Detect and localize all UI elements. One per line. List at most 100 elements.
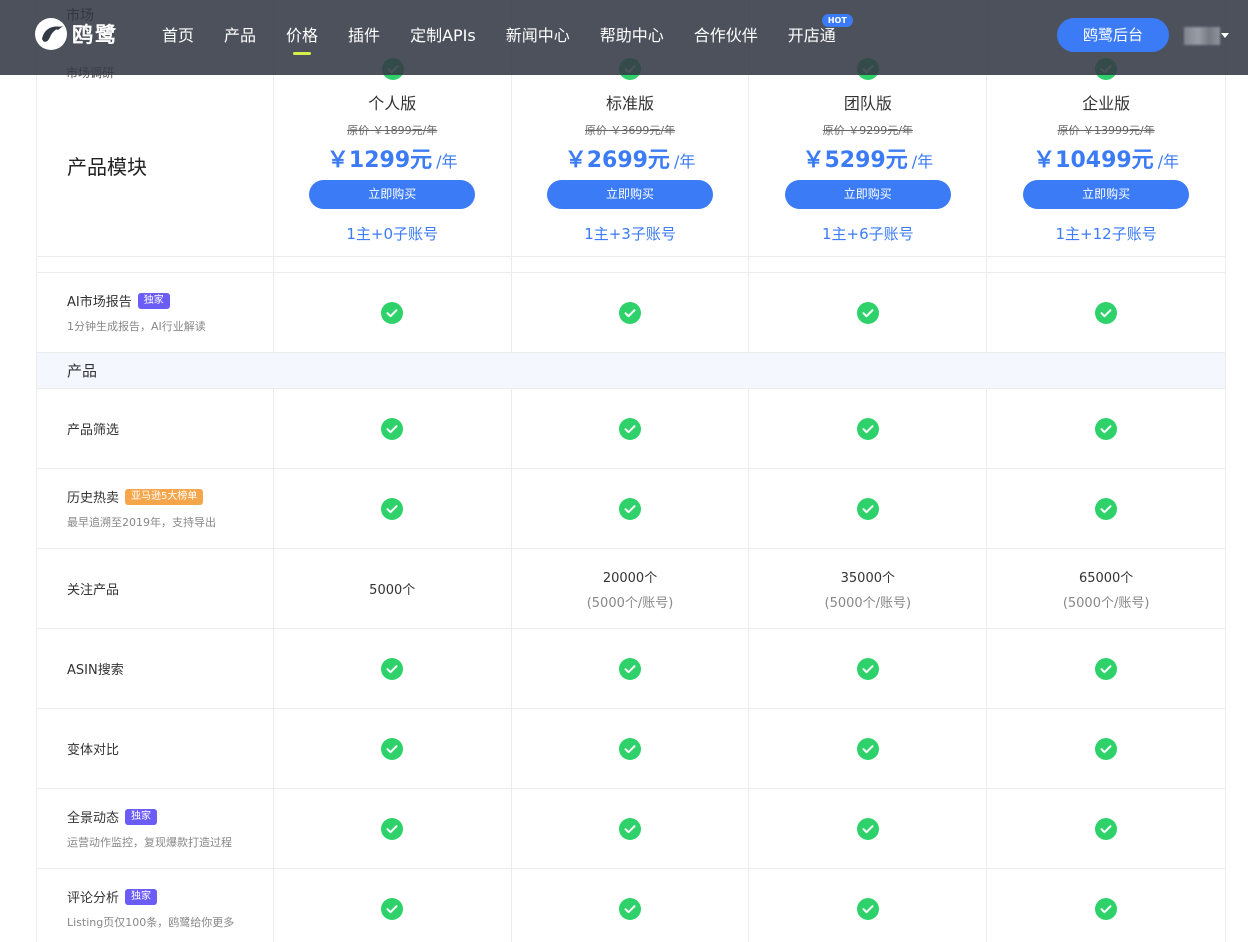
plan-accounts: 1主+3子账号 <box>584 224 676 243</box>
nav-pricing[interactable]: 价格 <box>271 0 333 75</box>
check-icon <box>619 817 642 840</box>
plan-price-unit: /年 <box>436 151 458 171</box>
check-icon <box>1095 817 1118 840</box>
feature-row-variant-compare: 变体对比 <box>37 709 1225 789</box>
plan-header-row: 产品模块 个人版 原价 ￥1899元/年 ￥1299元/年 立即购买 1主+0子… <box>37 75 1225 257</box>
plan-original-price: 原价 ￥9299元/年 <box>822 123 913 137</box>
check-icon <box>619 301 642 324</box>
check-icon <box>381 897 404 920</box>
buy-button[interactable]: 立即购买 <box>1023 179 1190 209</box>
exclusive-badge: 独家 <box>125 808 158 825</box>
check-icon <box>381 737 404 760</box>
quota-value: 20000个 <box>602 570 658 586</box>
check-icon <box>619 417 642 440</box>
section-title: 产品 <box>67 362 98 380</box>
feature-name: 全景动态 <box>67 811 120 826</box>
exclusive-badge: 独家 <box>137 292 170 309</box>
plan-price: ￥10499元 <box>1033 147 1154 173</box>
check-icon <box>1095 301 1118 324</box>
admin-dashboard-button[interactable]: 鸥鹭后台 <box>1057 18 1169 52</box>
plan-original-price: 原价 ￥3699元/年 <box>584 123 676 137</box>
feature-description: Listing页仅100条，鸥鹭给你更多 <box>67 916 235 929</box>
buy-button[interactable]: 立即购买 <box>309 179 476 209</box>
nav-custom-apis[interactable]: 定制APIs <box>395 0 491 75</box>
nav-store-open[interactable]: 开店通 HOT <box>773 0 853 75</box>
feature-row-ai-report: AI市场报告 独家 1分钟生成报告，AI行业解读 <box>37 273 1225 353</box>
quota-per-account: (5000个/账号) <box>824 595 912 611</box>
check-icon <box>856 897 879 920</box>
feature-row-history-hot: 历史热卖 亚马逊5大榜单 最早追溯至2019年，支持导出 <box>37 469 1225 549</box>
quota-per-account: (5000个/账号) <box>1062 595 1150 611</box>
feature-row-review-analysis: 评论分析 独家 Listing页仅100条，鸥鹭给你更多 <box>37 869 1225 942</box>
check-icon <box>619 897 642 920</box>
feature-row-follow-products: 关注产品 5000个 20000个 (5000个/账号) 35000个 (5000个… <box>37 549 1225 629</box>
feature-name: 历史热卖 <box>67 491 120 506</box>
check-icon <box>856 301 879 324</box>
top-navbar: 鸥鹭 首页 产品 价格 插件 定制APIs 新闻中心 帮助中心 合作伙伴 开店通… <box>0 0 1248 75</box>
quota-value: 65000个 <box>1078 570 1134 586</box>
check-icon <box>381 497 404 520</box>
plan-price: ￥1299元 <box>326 147 433 173</box>
nav-store-open-label: 开店通 <box>787 26 836 45</box>
nav-home[interactable]: 首页 <box>147 0 209 75</box>
check-icon <box>856 817 879 840</box>
plan-team: 团队版 原价 ￥9299元/年 ￥5299元/年 立即购买 1主+6子账号 <box>749 75 988 256</box>
check-icon <box>1095 737 1118 760</box>
plan-price-unit: /年 <box>673 151 696 171</box>
plan-price: ￥2699元 <box>564 147 670 173</box>
check-icon <box>619 737 642 760</box>
feature-name: ASIN搜索 <box>67 663 124 678</box>
plan-name: 团队版 <box>843 93 892 113</box>
check-icon <box>381 301 404 324</box>
check-icon <box>1095 897 1118 920</box>
nav-plugins[interactable]: 插件 <box>333 0 395 75</box>
nav-help[interactable]: 帮助中心 <box>585 0 679 75</box>
feature-description: 1分钟生成报告，AI行业解读 <box>67 320 206 333</box>
section-header-products: 产品 <box>37 353 1225 389</box>
feature-name: 关注产品 <box>67 583 120 598</box>
check-icon <box>1095 497 1118 520</box>
plan-name: 企业版 <box>1082 93 1131 113</box>
plan-price: ￥5299元 <box>802 147 908 173</box>
logo[interactable]: 鸥鹭 <box>34 17 118 51</box>
plan-name: 个人版 <box>368 93 417 113</box>
feature-description: 运营动作监控，复现爆款打造过程 <box>67 836 232 849</box>
nav-products[interactable]: 产品 <box>209 0 271 75</box>
nav-partners[interactable]: 合作伙伴 <box>679 0 773 75</box>
plan-accounts: 1主+12子账号 <box>1055 224 1157 243</box>
ranking-badge: 亚马逊5大榜单 <box>125 488 204 505</box>
user-avatar[interactable] <box>1184 27 1220 45</box>
exclusive-badge: 独家 <box>125 888 158 905</box>
feature-name: 评论分析 <box>67 891 120 906</box>
feature-name: 产品筛选 <box>67 423 120 438</box>
quota-per-account: (5000个/账号) <box>586 595 674 611</box>
buy-button[interactable]: 立即购买 <box>784 179 951 209</box>
egret-logo-icon <box>35 18 67 50</box>
plan-original-price: 原价 ￥1899元/年 <box>347 123 438 137</box>
check-icon <box>856 497 879 520</box>
check-icon <box>856 417 879 440</box>
check-icon <box>619 497 642 520</box>
feature-row-product-filter: 产品筛选 <box>37 389 1225 469</box>
hot-badge: HOT <box>821 14 853 27</box>
plan-standard: 标准版 原价 ￥3699元/年 ￥2699元/年 立即购买 1主+3子账号 <box>512 75 750 256</box>
spacer-row <box>37 257 1225 273</box>
chevron-down-icon[interactable] <box>1221 33 1229 38</box>
check-icon <box>381 657 404 680</box>
plan-price-unit: /年 <box>911 151 934 171</box>
quota-value: 35000个 <box>840 570 895 586</box>
check-icon <box>619 657 642 680</box>
check-icon <box>856 657 879 680</box>
quota-value: 5000个 <box>369 583 416 598</box>
feature-name: AI市场报告 <box>67 295 132 310</box>
check-icon <box>381 817 404 840</box>
buy-button[interactable]: 立即购买 <box>547 179 714 209</box>
feature-row-panorama: 全景动态 独家 运营动作监控，复现爆款打造过程 <box>37 789 1225 869</box>
plan-original-price: 原价 ￥13999元/年 <box>1057 123 1155 137</box>
feature-description: 最早追溯至2019年，支持导出 <box>67 516 216 529</box>
logo-text: 鸥鹭 <box>72 23 118 47</box>
pricing-table: 产品模块 个人版 原价 ￥1899元/年 ￥1299元/年 立即购买 1主+0子… <box>36 75 1226 942</box>
plan-personal: 个人版 原价 ￥1899元/年 ￥1299元/年 立即购买 1主+0子账号 <box>274 75 512 256</box>
nav-news[interactable]: 新闻中心 <box>491 0 585 75</box>
check-icon <box>1095 417 1118 440</box>
